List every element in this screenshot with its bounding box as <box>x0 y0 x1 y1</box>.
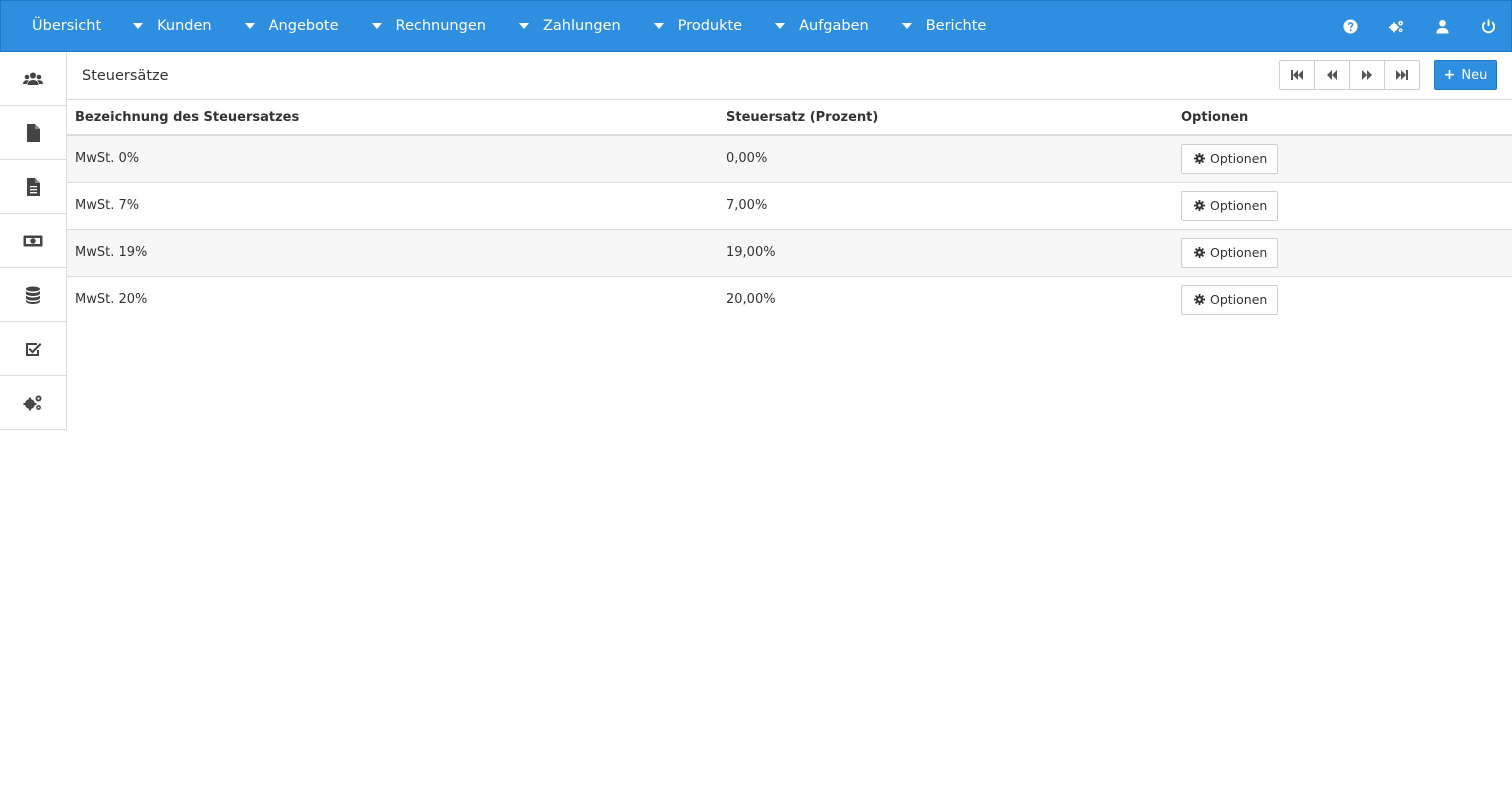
logout-button[interactable] <box>1465 1 1511 51</box>
nav-item-label: Rechnungen <box>395 18 486 34</box>
nav-item-produkte[interactable]: Produkte <box>653 1 743 51</box>
tax-rate-percent: 0,00% <box>718 135 1173 183</box>
tax-rate-percent: 7,00% <box>718 182 1173 230</box>
options-button-label: Optionen <box>1210 292 1268 308</box>
tax-rate-name: MwSt. 7% <box>67 182 718 230</box>
user-icon <box>1435 19 1449 34</box>
nav-item-label: Angebote <box>268 18 339 34</box>
nav-item-zahlungen[interactable]: Zahlungen <box>518 1 621 51</box>
forward-icon <box>1362 70 1372 80</box>
sidebar <box>0 52 67 430</box>
column-header-name: Bezeichnung des Steuersatzes <box>67 100 718 136</box>
nav-item-label: Zahlungen <box>542 18 621 34</box>
table-row: MwSt. 19% 19,00% Optionen <box>67 229 1512 277</box>
caret-down-icon <box>244 23 255 29</box>
step-forward-icon <box>1396 70 1408 80</box>
power-icon <box>1481 18 1495 33</box>
caret-down-icon <box>901 23 912 29</box>
options-button[interactable]: Optionen <box>1181 284 1279 315</box>
new-tax-rate-button[interactable]: + Neu <box>1434 60 1497 90</box>
cog-icon <box>1194 294 1205 306</box>
column-header-options: Optionen <box>1173 100 1512 136</box>
pagination <box>1279 60 1420 90</box>
nav-item-label: Kunden <box>157 18 212 34</box>
new-button-label: Neu <box>1461 67 1488 83</box>
nav-item-berichte[interactable]: Berichte <box>901 1 987 51</box>
table-row: MwSt. 7% 7,00% Optionen <box>67 182 1512 230</box>
table-row: MwSt. 20% 20,00% Optionen <box>67 276 1512 323</box>
users-icon <box>23 72 43 85</box>
caret-down-icon <box>371 23 382 29</box>
invoice-file-icon <box>27 177 40 196</box>
sidebar-item-quotes[interactable] <box>0 106 66 160</box>
options-button-label: Optionen <box>1210 151 1268 167</box>
nav-item-aufgaben[interactable]: Aufgaben <box>775 1 869 51</box>
database-icon <box>26 286 40 304</box>
column-header-rate: Steuersatz (Prozent) <box>718 100 1173 136</box>
options-button[interactable]: Optionen <box>1181 237 1279 268</box>
nav-item-label: Berichte <box>925 18 987 34</box>
options-button-label: Optionen <box>1210 198 1268 213</box>
nav-item-rechnungen[interactable]: Rechnungen <box>371 1 486 51</box>
options-cell: Optionen <box>1173 135 1512 183</box>
options-cell: Optionen <box>1173 229 1512 277</box>
sidebar-item-invoices[interactable] <box>0 160 66 214</box>
backward-icon <box>1327 70 1337 80</box>
nav-item-angebote[interactable]: Angebote <box>244 1 339 51</box>
help-button[interactable] <box>1327 1 1373 51</box>
tax-rates-table: Bezeichnung des Steuersatzes Steuersatz … <box>67 100 1512 323</box>
tax-rate-name: MwSt. 0% <box>67 135 718 183</box>
table-row: MwSt. 0% 0,00% Optionen <box>67 135 1512 183</box>
cog-icon <box>1194 247 1205 258</box>
tax-rate-name: MwSt. 19% <box>67 229 718 277</box>
table-header-row: Bezeichnung des Steuersatzes Steuersatz … <box>67 100 1512 136</box>
step-backward-icon <box>1291 70 1303 80</box>
tax-rates-table-container: Bezeichnung des Steuersatzes Steuersatz … <box>67 100 1512 323</box>
cog-icon <box>1194 200 1205 211</box>
nav-item-label: Aufgaben <box>799 18 869 34</box>
caret-down-icon <box>653 23 664 29</box>
tax-rate-percent: 19,00% <box>718 229 1173 277</box>
nav-item-uebersicht[interactable]: Übersicht <box>32 1 101 51</box>
caret-down-icon <box>775 23 786 29</box>
prev-page-button[interactable] <box>1314 60 1350 90</box>
sidebar-item-products[interactable] <box>0 268 66 322</box>
first-page-button[interactable] <box>1279 60 1315 90</box>
nav-item-label: Produkte <box>677 18 743 34</box>
quote-file-icon <box>27 123 40 142</box>
page-title: Steuersätze <box>82 67 169 84</box>
tax-rate-percent: 20,00% <box>718 276 1173 323</box>
help-icon <box>1342 18 1358 34</box>
plus-icon: + <box>1443 67 1456 83</box>
sidebar-item-tasks[interactable] <box>0 322 66 376</box>
options-button-label: Optionen <box>1210 245 1268 260</box>
top-navbar: Übersicht Kunden Angebote Rechnungen Zah… <box>0 0 1512 52</box>
settings-icon <box>23 395 42 411</box>
cog-icon <box>1194 153 1205 165</box>
options-button[interactable]: Optionen <box>1181 143 1279 174</box>
nav-item-label: Übersicht <box>32 18 102 34</box>
caret-down-icon <box>133 23 144 29</box>
settings-icon <box>1388 20 1403 32</box>
sidebar-item-settings[interactable] <box>0 376 66 430</box>
options-cell: Optionen <box>1173 182 1512 230</box>
settings-button[interactable] <box>1373 1 1419 51</box>
money-icon <box>23 235 43 246</box>
page-header: Steuersätze + Neu <box>67 52 1512 100</box>
main-menu: Übersicht Kunden Angebote Rechnungen Zah… <box>1 1 986 51</box>
last-page-button[interactable] <box>1384 60 1420 90</box>
caret-down-icon <box>518 23 529 29</box>
user-button[interactable] <box>1419 1 1465 51</box>
next-page-button[interactable] <box>1349 60 1385 90</box>
tasks-check-icon <box>26 342 42 356</box>
tax-rate-name: MwSt. 20% <box>67 276 718 323</box>
sidebar-item-payments[interactable] <box>0 214 66 268</box>
options-button[interactable]: Optionen <box>1181 190 1279 221</box>
options-cell: Optionen <box>1173 276 1512 323</box>
sidebar-item-clients[interactable] <box>0 52 66 106</box>
nav-item-kunden[interactable]: Kunden <box>133 1 212 51</box>
nav-right-icons <box>1327 1 1511 51</box>
